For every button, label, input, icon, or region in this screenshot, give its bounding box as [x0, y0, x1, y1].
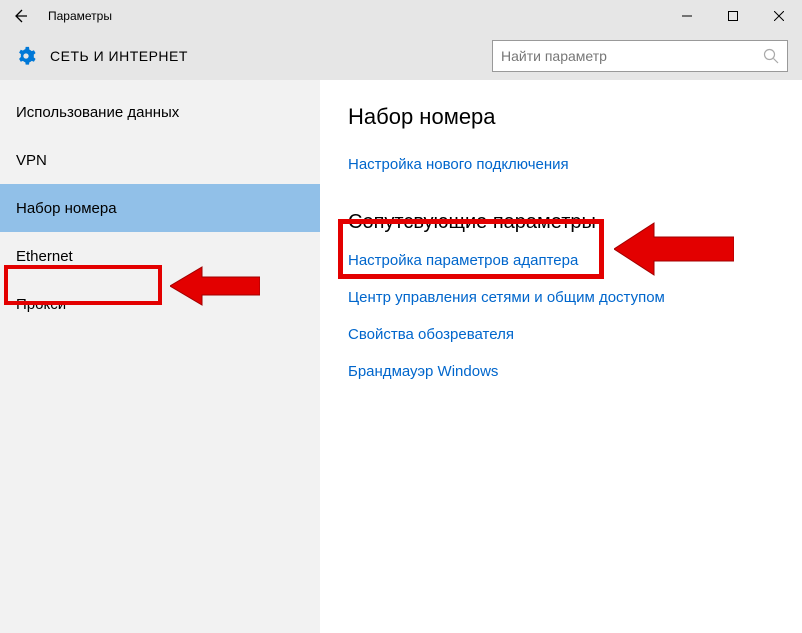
window-title: Параметры [48, 9, 112, 23]
arrow-left-icon [12, 8, 28, 24]
search-icon [763, 48, 779, 64]
sidebar-item-data-usage[interactable]: Использование данных [0, 88, 320, 136]
titlebar: Параметры [0, 0, 802, 32]
related-heading: Сопутсвующие параметры [348, 211, 774, 234]
link-adapter-settings[interactable]: Настройка параметров адаптера [348, 252, 578, 269]
link-internet-options[interactable]: Свойства обозревателя [348, 326, 514, 343]
sidebar-item-label: Использование данных [16, 104, 179, 121]
sidebar-item-label: VPN [16, 152, 47, 169]
header: СЕТЬ И ИНТЕРНЕТ [0, 32, 802, 80]
back-button[interactable] [0, 0, 40, 32]
minimize-icon [682, 11, 692, 21]
link-windows-firewall[interactable]: Брандмауэр Windows [348, 363, 498, 380]
settings-gear[interactable] [14, 44, 38, 68]
sidebar-item-vpn[interactable]: VPN [0, 136, 320, 184]
gear-icon [16, 46, 36, 66]
maximize-button[interactable] [710, 0, 756, 32]
maximize-icon [728, 11, 738, 21]
link-new-connection[interactable]: Настройка нового подключения [348, 156, 569, 173]
search-box[interactable] [492, 40, 788, 72]
sidebar-item-dialup[interactable]: Набор номера [0, 184, 320, 232]
section-title: СЕТЬ И ИНТЕРНЕТ [50, 48, 188, 64]
sidebar-item-label: Ethernet [16, 248, 73, 265]
minimize-button[interactable] [664, 0, 710, 32]
close-icon [774, 11, 784, 21]
window-controls [664, 0, 802, 32]
sidebar-item-label: Набор номера [16, 200, 117, 217]
sidebar-item-ethernet[interactable]: Ethernet [0, 232, 320, 280]
sidebar-item-proxy[interactable]: Прокси [0, 280, 320, 328]
link-network-center[interactable]: Центр управления сетями и общим доступом [348, 289, 665, 306]
sidebar-item-label: Прокси [16, 296, 66, 313]
main-content: Набор номера Настройка нового подключени… [320, 80, 802, 633]
close-button[interactable] [756, 0, 802, 32]
page-heading: Набор номера [348, 104, 774, 130]
search-input[interactable] [501, 48, 763, 64]
sidebar: Использование данных VPN Набор номера Et… [0, 80, 320, 633]
content-body: Использование данных VPN Набор номера Et… [0, 80, 802, 633]
